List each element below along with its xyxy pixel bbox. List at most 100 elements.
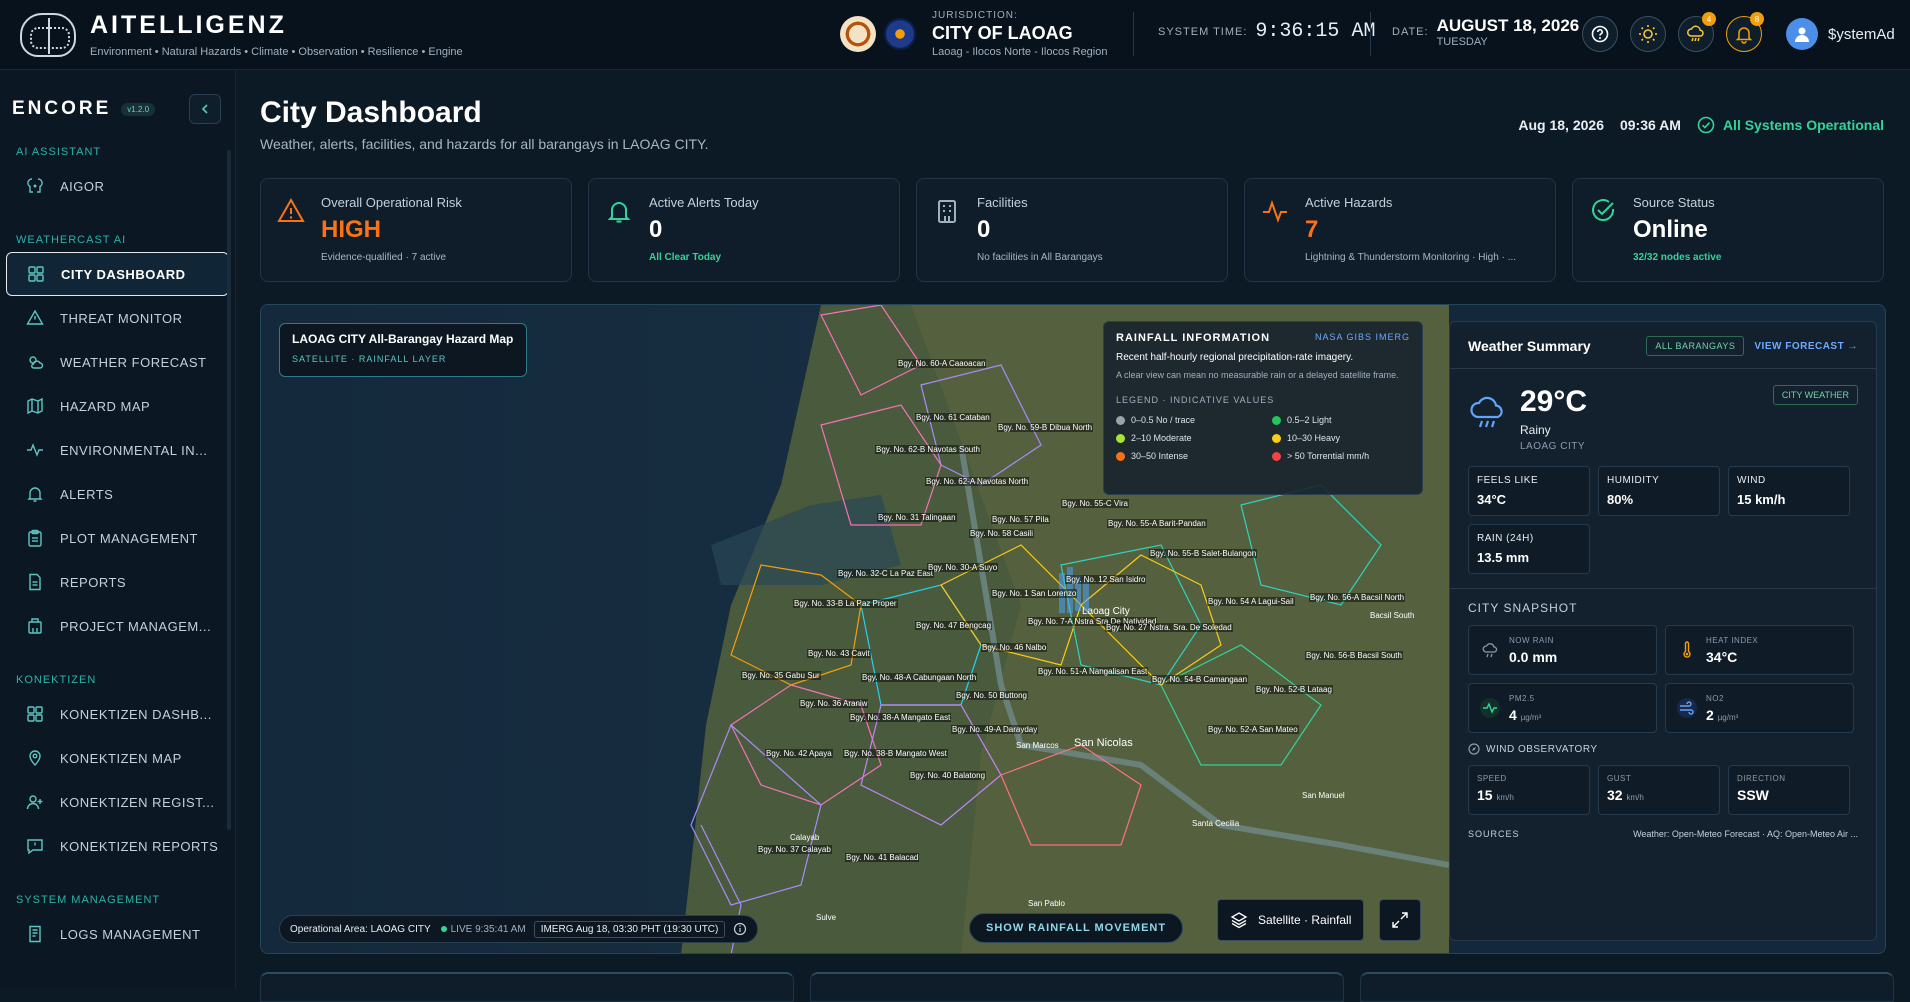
- barangay-label: Bgy. No. 40 Balatong: [909, 771, 987, 780]
- help-button[interactable]: [1582, 16, 1618, 52]
- avatar: [1786, 18, 1818, 50]
- hazard-map-panel: Bgy. No. 60-A Caaoacan Bgy. No. 61 Catab…: [260, 304, 1886, 954]
- date-label: DATE:: [1392, 26, 1429, 38]
- satellite-map[interactable]: Bgy. No. 60-A Caaoacan Bgy. No. 61 Catab…: [261, 305, 1449, 953]
- metric-label: RAIN (24H): [1477, 533, 1534, 544]
- metric-value: 13.5 mm: [1477, 550, 1530, 565]
- sidebar-scrollbar[interactable]: [227, 150, 231, 830]
- barangay-label: Bgy. No. 33-B La Paz Proper: [793, 599, 898, 608]
- map-layer-label: SATELLITE · RAINFALL LAYER: [292, 354, 447, 364]
- rain-cloud-icon: [1687, 25, 1704, 42]
- city-weather-badge: CITY WEATHER: [1772, 385, 1858, 405]
- sidebar-item-threat-monitor[interactable]: THREAT MONITOR: [6, 296, 229, 340]
- rainfall-info-panel: RAINFALL INFORMATION NASA GIBS IMERG Rec…: [1103, 321, 1423, 495]
- fullscreen-button[interactable]: [1379, 899, 1421, 941]
- weather-summary-panel: Weather Summary ALL BARANGAYS VIEW FOREC…: [1449, 321, 1877, 941]
- sidebar-item-konektizen-registry[interactable]: KONEKTIZEN REGIST...: [6, 780, 229, 824]
- wind-value: SSW: [1737, 787, 1769, 803]
- weather-alerts-button[interactable]: 4: [1678, 12, 1716, 52]
- barangay-label: Bgy. No. 31 Talingaan: [877, 513, 957, 522]
- barangay-label: Bgy. No. 42 Apaya: [765, 749, 833, 758]
- view-forecast-link[interactable]: VIEW FORECAST →: [1754, 341, 1858, 352]
- ai-brain-icon: [27, 178, 43, 193]
- province-seal-icon: [884, 18, 916, 50]
- page-subtitle: Weather, alerts, facilities, and hazards…: [260, 136, 709, 152]
- sidebar-item-label: HAZARD MAP: [60, 398, 151, 414]
- notifications-button[interactable]: 8: [1726, 12, 1764, 52]
- divider: [1133, 12, 1134, 56]
- legend-swatch: [1272, 451, 1281, 461]
- jurisdiction: JURISDICTION: CITY OF LAOAG Laoag - Iloc…: [840, 10, 1107, 58]
- metric-label: WIND: [1737, 475, 1766, 486]
- barangay-label: Bgy. No. 36 Araniw: [799, 699, 869, 708]
- info-icon[interactable]: [733, 922, 747, 936]
- barangay-label: Bgy. No. 52-A San Mateo: [1207, 725, 1299, 734]
- collapse-sidebar-button[interactable]: [189, 94, 221, 124]
- sidebar-item-alerts[interactable]: ALERTS: [6, 472, 229, 516]
- sidebar-item-reports[interactable]: REPORTS: [6, 560, 229, 604]
- place-label: Laoag City: [1082, 606, 1130, 617]
- sidebar-item-aigor[interactable]: AIGOR: [6, 164, 229, 208]
- barangay-label: Bgy. No. 61 Cataban: [915, 413, 991, 422]
- kpi-sub: Lightning & Thunderstorm Monitoring · Hi…: [1305, 252, 1517, 263]
- sidebar-item-environmental[interactable]: ENVIRONMENTAL IN...: [6, 428, 229, 472]
- snapshot-value: 4: [1509, 706, 1517, 723]
- rain-cloud-icon: [1470, 396, 1503, 428]
- sidebar-item-city-dashboard[interactable]: CITY DASHBOARD: [6, 252, 229, 296]
- current-condition: Rainy: [1520, 423, 1551, 437]
- kpi-card-source-status[interactable]: Source Status Online 32/32 nodes active: [1572, 178, 1884, 282]
- layer-switch-button[interactable]: Satellite · Rainfall: [1217, 899, 1365, 941]
- clipboard-icon: [28, 529, 42, 547]
- bottom-panel: [1360, 972, 1894, 1002]
- kpi-value: Online: [1633, 216, 1708, 243]
- barangay-label: Bgy. No. 46 Nalbo: [981, 643, 1048, 652]
- kpi-card-alerts[interactable]: Active Alerts Today 0 All Clear Today: [588, 178, 900, 282]
- rainfall-info-source: NASA GIBS IMERG: [1314, 332, 1410, 342]
- wind-gust: GUST 32 km/h: [1598, 765, 1720, 815]
- place-label: Sulve: [816, 913, 837, 922]
- kpi-sub: No facilities in All Barangays: [977, 252, 1103, 263]
- live-time: LIVE 9:35:41 AM: [450, 923, 526, 935]
- kpi-card-hazards[interactable]: Active Hazards 7 Lightning & Thunderstor…: [1244, 178, 1556, 282]
- operational-area: Operational Area: LAOAG CITY: [290, 923, 431, 935]
- sidebar-item-logs-management[interactable]: LOGS MANAGEMENT: [6, 912, 229, 956]
- wind-label: DIRECTION: [1737, 774, 1786, 783]
- sidebar-item-konektizen-map[interactable]: KONEKTIZEN MAP: [6, 736, 229, 780]
- sidebar-item-hazard-map[interactable]: HAZARD MAP: [6, 384, 229, 428]
- sidebar-item-weather-forecast[interactable]: WEATHER FORECAST: [6, 340, 229, 384]
- wind-value: 15: [1477, 787, 1493, 803]
- barangay-label: Bgy. No. 56-B Bacsil South: [1305, 651, 1403, 660]
- map-icon: [27, 397, 43, 415]
- legend-item: 0–0.5 No / trace: [1116, 415, 1272, 425]
- snapshot-label: NO2: [1706, 693, 1724, 703]
- kpi-label: Overall Operational Risk: [321, 195, 462, 210]
- user-menu[interactable]: $ystemAd: [1786, 18, 1895, 50]
- kpi-card-risk[interactable]: Overall Operational Risk HIGH Evidence-q…: [260, 178, 572, 282]
- pulse-icon: [1263, 199, 1287, 223]
- sidebar-item-label: CITY DASHBOARD: [61, 266, 186, 282]
- version-badge: v1.2.0: [121, 102, 156, 116]
- metric-label: FEELS LIKE: [1477, 475, 1539, 486]
- metric-label: HUMIDITY: [1607, 475, 1660, 486]
- brain-logo-icon: [20, 12, 76, 57]
- metric-value: 80%: [1607, 492, 1634, 507]
- sidebar-item-plot-management[interactable]: PLOT MANAGEMENT: [6, 516, 229, 560]
- barangay-label: Bgy. No. 1 San Lorenzo: [991, 589, 1078, 598]
- place-label: Santa Cecilia: [1192, 819, 1240, 828]
- barangay-label: Bgy. No. 37 Calayab: [757, 845, 832, 854]
- section-ai-assistant: AI ASSISTANT: [16, 146, 102, 158]
- show-rainfall-movement-button[interactable]: SHOW RAINFALL MOVEMENT: [969, 913, 1184, 943]
- theme-toggle-button[interactable]: [1630, 16, 1666, 52]
- sidebar: ENCORE v1.2.0 AI ASSISTANT AIGOR WEATHER…: [0, 70, 236, 988]
- kpi-card-facilities[interactable]: Facilities 0 No facilities in All Barang…: [916, 178, 1228, 282]
- legend-label: 0–0.5 No / trace: [1131, 415, 1196, 425]
- bell-icon: [607, 202, 631, 223]
- message-icon: [27, 839, 43, 855]
- all-barangays-badge[interactable]: ALL BARANGAYS: [1646, 336, 1745, 356]
- system-time-label: SYSTEM TIME:: [1158, 25, 1248, 38]
- sidebar-item-konektizen-dashboard[interactable]: KONEKTIZEN DASHB...: [6, 692, 229, 736]
- date-value: AUGUST 18, 2026: [1436, 16, 1580, 35]
- sidebar-item-konektizen-reports[interactable]: KONEKTIZEN REPORTS: [6, 824, 229, 868]
- sidebar-item-project-management[interactable]: PROJECT MANAGEM...: [6, 604, 229, 648]
- status-text: All Systems Operational: [1722, 117, 1884, 133]
